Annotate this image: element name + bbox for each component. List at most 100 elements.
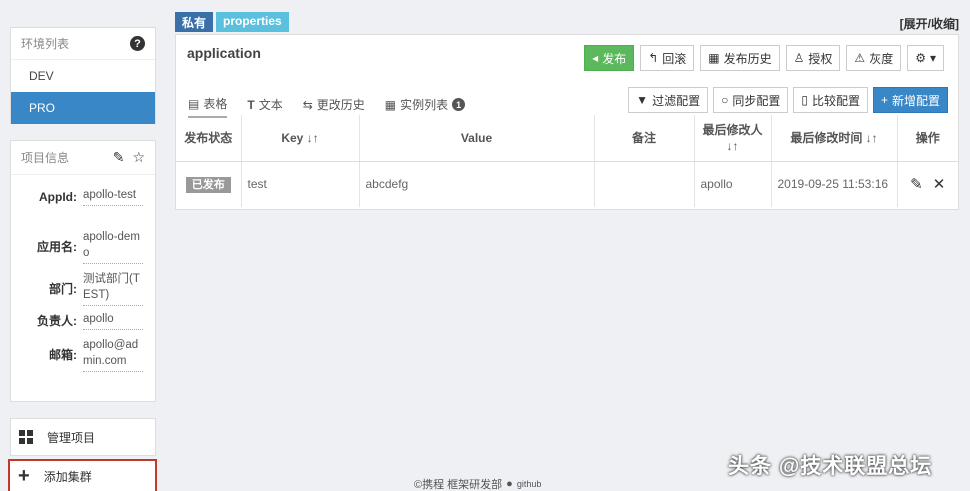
sort-icon: ↓↑: [726, 138, 739, 153]
gray-release-button[interactable]: ⚠ 灰度: [846, 45, 902, 71]
manage-project-button[interactable]: 管理项目: [10, 418, 156, 456]
env-list-title: 环境列表: [21, 37, 70, 51]
github-label[interactable]: github: [517, 479, 542, 489]
tag-private: 私有: [175, 12, 214, 32]
history-icon: ▦: [708, 51, 720, 65]
col-modifier[interactable]: 最后修改人 ↓↑: [694, 115, 772, 162]
cell-status: 已发布: [176, 161, 242, 207]
list-icon: ⇆: [302, 97, 313, 112]
watermark: 头条 @技术联盟总坛: [728, 455, 933, 478]
send-icon: ◂: [592, 51, 599, 65]
rollback-icon: ↰: [648, 51, 659, 65]
namespace-actions: ◂ 发布 ↰ 回滚 ▦ 发布历史 ♙ 授权 ⚠ 灰度 ⚙ ▾: [584, 45, 944, 71]
add-cluster-button[interactable]: + 添加集群: [8, 459, 157, 491]
authorize-button[interactable]: ♙ 授权: [785, 45, 841, 71]
tab-instances-label: 实例列表: [400, 98, 449, 112]
github-icon[interactable]: ●: [506, 478, 513, 490]
manage-project-label: 管理项目: [47, 430, 96, 445]
config-tools: ▼ 过滤配置 ○ 同步配置 ▯ 比较配置 + 新增配置: [628, 87, 948, 113]
info-row-appid: AppId: apollo-test: [11, 187, 157, 206]
gray-icon: ⚠: [854, 51, 866, 65]
settings-dropdown-button[interactable]: ⚙ ▾: [907, 45, 944, 71]
namespace-panel: 私有 properties [展开/收缩] application ◂ 发布 ↰…: [175, 12, 959, 212]
filter-config-label: 过滤配置: [652, 93, 701, 108]
cell-modified-time: 2019-09-25 11:53:16: [771, 161, 898, 207]
star-icon[interactable]: ☆: [132, 149, 145, 166]
tab-text-label: 文本: [258, 98, 283, 112]
info-row-email: 邮箱: apollo@admin.com: [11, 337, 157, 372]
rollback-button[interactable]: ↰ 回滚: [640, 45, 695, 71]
col-ops: 操作: [897, 115, 958, 162]
env-item-dev[interactable]: DEV: [11, 60, 155, 92]
info-label: AppId:: [39, 189, 77, 204]
question-icon[interactable]: ?: [130, 36, 145, 51]
col-modified-time[interactable]: 最后修改时间 ↓↑: [771, 115, 898, 162]
cell-value: abcdefg: [359, 161, 595, 207]
text-icon: T: [247, 97, 255, 112]
info-value: apollo-test: [83, 187, 143, 206]
instances-count-badge: 1: [452, 98, 466, 111]
info-value: apollo@admin.com: [83, 337, 143, 372]
plus-icon: +: [18, 465, 30, 487]
col-modified-time-label: 最后修改时间: [790, 131, 863, 146]
info-label: 负责人:: [37, 314, 77, 328]
sync-config-button[interactable]: ○ 同步配置: [713, 87, 789, 113]
project-info-panel: 项目信息 ✎ ☆ AppId: apollo-test 应用名: apollo-…: [10, 140, 156, 402]
cell-key: test: [241, 161, 360, 207]
sync-config-label: 同步配置: [732, 93, 781, 108]
table-row: 已发布 test abcdefg apollo 2019-09-25 11:53…: [176, 161, 958, 207]
authorize-label: 授权: [808, 51, 833, 66]
project-info-header: 项目信息 ✎ ☆: [11, 141, 155, 175]
edit-icon[interactable]: ✎: [910, 175, 923, 193]
namespace-card: application ◂ 发布 ↰ 回滚 ▦ 发布历史 ♙ 授权 ⚠ 灰度 ⚙…: [175, 34, 959, 210]
info-row-owner: 负责人: apollo: [11, 311, 157, 330]
add-cluster-label: 添加集群: [43, 469, 92, 484]
col-value: Value: [359, 115, 595, 162]
filter-icon: ▼: [636, 93, 649, 107]
info-value: 测试部门(TEST): [83, 271, 143, 306]
namespace-tags: 私有 properties: [175, 12, 289, 32]
project-info-title: 项目信息: [21, 151, 70, 165]
info-label: 邮箱:: [49, 348, 77, 362]
info-value: apollo: [83, 311, 143, 330]
close-icon[interactable]: ✕: [933, 175, 946, 193]
publish-button[interactable]: ◂ 发布: [584, 45, 635, 71]
compare-config-label: 比较配置: [811, 93, 860, 108]
cell-ops: ✎ ✕: [897, 161, 958, 207]
add-config-button[interactable]: + 新增配置: [872, 87, 948, 113]
sort-icon: ↓↑: [865, 131, 878, 146]
tab-table-label: 表格: [203, 97, 228, 111]
publish-label: 发布: [602, 51, 627, 66]
namespace-title: application: [187, 45, 261, 61]
edit-icon[interactable]: ✎: [113, 149, 125, 166]
cell-comment: [594, 161, 695, 207]
table-header-row: 发布状态 Key ↓↑ Value 备注 最后修改人 ↓↑ 最后修改时间 ↓↑ 操…: [176, 115, 958, 162]
info-row-appname: 应用名: apollo-demo: [11, 229, 157, 264]
table-icon: ▤: [188, 96, 200, 111]
info-label: 应用名:: [37, 240, 77, 254]
col-modifier-label: 最后修改人: [702, 122, 763, 137]
expand-collapse-toggle[interactable]: [展开/收缩]: [900, 15, 959, 32]
filter-config-button[interactable]: ▼ 过滤配置: [628, 87, 709, 113]
publish-history-label: 发布历史: [723, 51, 772, 66]
gear-icon: ⚙: [915, 51, 926, 65]
published-badge: 已发布: [185, 177, 231, 194]
env-item-pro[interactable]: PRO: [11, 92, 155, 124]
rollback-label: 回滚: [662, 51, 687, 66]
col-key[interactable]: Key ↓↑: [241, 115, 360, 162]
footer: ©携程 框架研发部 ● github: [414, 476, 541, 491]
publish-history-button[interactable]: ▦ 发布历史: [700, 45, 780, 71]
info-value: apollo-demo: [83, 229, 143, 264]
plus-icon: +: [880, 93, 888, 107]
info-label: 部门:: [49, 282, 77, 296]
compare-config-button[interactable]: ▯ 比较配置: [793, 87, 868, 113]
config-table: 发布状态 Key ↓↑ Value 备注 最后修改人 ↓↑ 最后修改时间 ↓↑ 操…: [176, 115, 958, 207]
tab-change-history-label: 更改历史: [316, 98, 365, 112]
server-icon: ▦: [384, 97, 397, 112]
env-list-panel: 环境列表 ? DEV PRO: [10, 27, 156, 124]
info-row-dept: 部门: 测试部门(TEST): [11, 271, 157, 306]
caret-down-icon: ▾: [929, 51, 936, 65]
env-list-header: 环境列表 ?: [11, 28, 155, 60]
col-key-label: Key: [281, 130, 304, 145]
col-status: 发布状态: [176, 115, 242, 162]
